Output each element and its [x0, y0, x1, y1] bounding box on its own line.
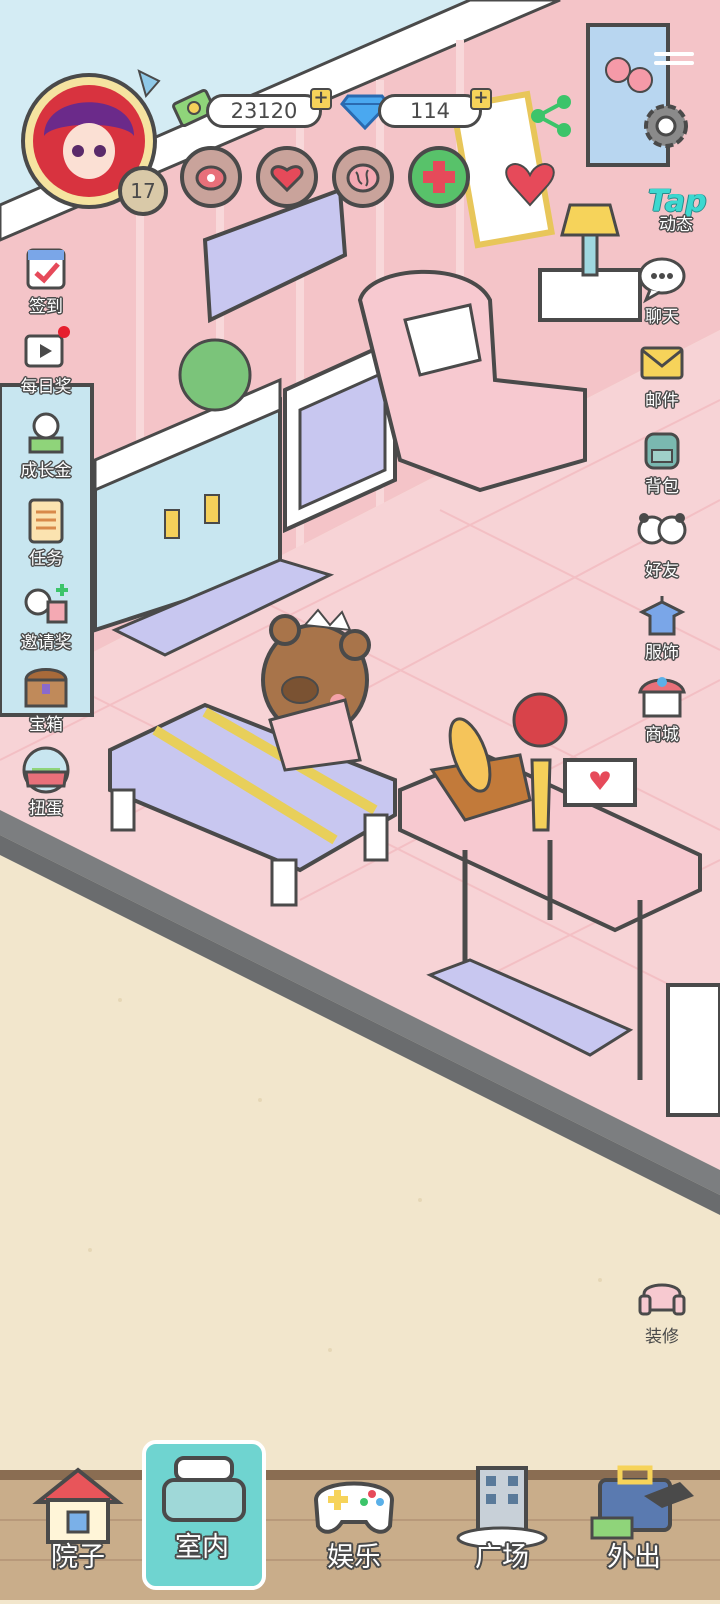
menu-line — [654, 61, 694, 65]
diamonds-value: 114 — [409, 99, 451, 123]
sidebar-item-tasks[interactable]: 任务 — [6, 492, 86, 569]
sidebar-item-feed[interactable]: Tap 动态 — [636, 174, 716, 235]
sidebar-item-chest[interactable]: 宝箱 — [6, 658, 86, 735]
coins-counter: 23120 — [206, 94, 322, 128]
nav-go-out[interactable]: 外出 — [574, 1450, 694, 1600]
sidebar-label: 宝箱 — [29, 715, 63, 735]
hunger-meat-icon[interactable] — [180, 146, 242, 208]
sidebar-item-growth-fund[interactable]: 成长金 — [6, 404, 86, 481]
sidebar-item-backpack[interactable]: 背包 — [622, 420, 702, 497]
level-text: 17 — [130, 179, 156, 203]
sidebar-item-gacha[interactable]: 扭蛋 — [6, 742, 86, 819]
video-reward-icon — [24, 326, 70, 368]
bottom-nav: 院子 室内 娱乐 广场 外出 — [0, 1420, 720, 1600]
sidebar-label: 扭蛋 — [29, 799, 63, 819]
sidebar-label: 成长金 — [20, 461, 72, 481]
sidebar-item-shop[interactable]: 商城 — [622, 668, 702, 745]
sidebar-label: 好友 — [645, 561, 679, 581]
invite-gift-icon — [24, 584, 68, 624]
sidebar-label: 邮件 — [645, 391, 679, 411]
sidebar-item-friends[interactable]: 好友 — [622, 504, 702, 581]
game-scene — [0, 0, 720, 1600]
nav-indoor[interactable]: 室内 — [142, 1440, 266, 1600]
clothing-icon — [638, 596, 686, 636]
growth-fund-icon — [28, 412, 64, 454]
level-badge: 17 — [118, 166, 168, 216]
nav-label: 室内 — [175, 1532, 229, 1563]
task-scroll-icon — [28, 498, 64, 544]
menu-icon[interactable] — [654, 52, 694, 74]
shop-icon — [638, 677, 686, 718]
coins-value: 23120 — [230, 99, 298, 123]
sidebar-label: 邀请奖 — [20, 633, 72, 653]
nav-label: 院子 — [51, 1542, 105, 1573]
sidebar-label: 任务 — [29, 549, 63, 569]
calendar-check-icon — [26, 248, 66, 290]
gear-icon[interactable] — [638, 98, 694, 154]
sidebar-item-chat[interactable]: 聊天 — [622, 250, 702, 327]
mood-heart-icon[interactable] — [256, 146, 318, 208]
sidebar-item-invite[interactable]: 邀请奖 — [6, 576, 86, 653]
add-coins-button[interactable]: + — [310, 88, 332, 110]
nav-yard[interactable]: 院子 — [18, 1450, 138, 1600]
nav-label: 广场 — [475, 1542, 529, 1573]
brain-icon[interactable] — [332, 146, 394, 208]
room-illustration — [0, 0, 720, 1600]
backpack-icon — [644, 432, 680, 470]
friends-icon — [637, 513, 687, 545]
sidebar-label: 装修 — [645, 1327, 679, 1347]
sidebar-label: 每日奖 — [20, 377, 72, 397]
decorate-button[interactable]: 装修 — [622, 1270, 702, 1347]
add-diamonds-button[interactable]: + — [470, 88, 492, 110]
sidebar-item-clothing[interactable]: 服饰 — [622, 586, 702, 663]
chat-bubble-icon — [638, 257, 686, 304]
sidebar-item-sign-in[interactable]: 签到 — [6, 240, 86, 317]
nav-label: 娱乐 — [327, 1542, 381, 1573]
sidebar-label: 服饰 — [645, 643, 679, 663]
share-icon[interactable] — [528, 92, 576, 140]
add-status-button[interactable] — [408, 146, 470, 208]
nav-entertainment[interactable]: 娱乐 — [294, 1450, 414, 1600]
nav-plaza[interactable]: 广场 — [442, 1450, 562, 1600]
sofa-icon — [638, 1283, 686, 1316]
diamonds-counter: 114 — [378, 94, 482, 128]
nav-label: 外出 — [607, 1542, 661, 1573]
sidebar-item-mail[interactable]: 邮件 — [622, 334, 702, 411]
sidebar-item-daily-reward[interactable]: 每日奖 — [6, 320, 86, 397]
sidebar-label: 聊天 — [645, 307, 679, 327]
sidebar-label: 签到 — [29, 297, 63, 317]
sidebar-label: 商城 — [645, 725, 679, 745]
gacha-machine-icon — [22, 746, 70, 794]
menu-line — [654, 52, 694, 56]
treasure-chest-icon — [24, 668, 68, 708]
mail-icon — [640, 346, 684, 380]
sidebar-label: 背包 — [645, 477, 679, 497]
